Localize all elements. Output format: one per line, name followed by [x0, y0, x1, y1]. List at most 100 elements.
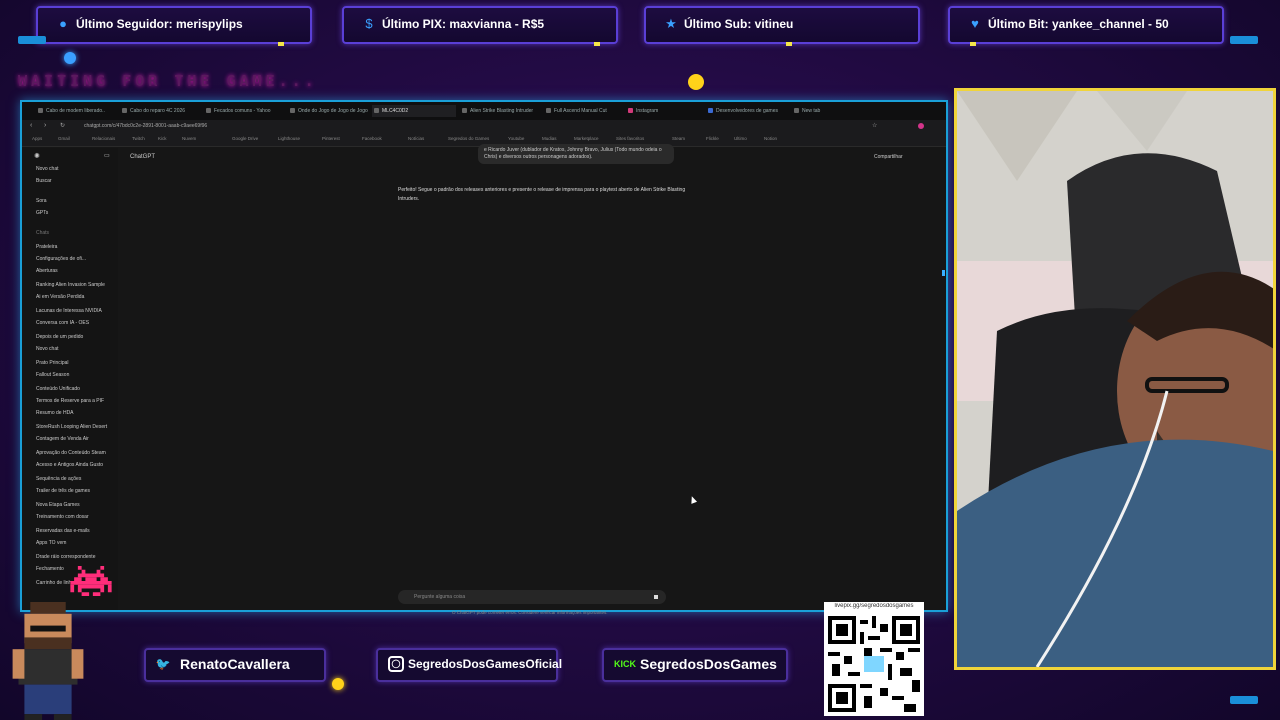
- forward-icon[interactable]: ›: [44, 122, 46, 129]
- alert-blip: [786, 42, 792, 46]
- kick-icon: KICK: [614, 659, 636, 669]
- social-instagram[interactable]: ◯ SegredosDosGamesOficial: [376, 648, 562, 682]
- browser-tab[interactable]: Fecados comuns - Yahoo: [204, 105, 284, 117]
- sidebar-item[interactable]: Contagem de Venda Air: [36, 436, 116, 442]
- sidebar-item[interactable]: Lacunas de Interessa NVIDIA: [36, 308, 116, 314]
- browser-tab[interactable]: Cabo de modem liberado..: [36, 105, 116, 117]
- alert-sub: ★ Último Sub: vitineu: [644, 6, 920, 46]
- sidebar-item[interactable]: Buscar: [36, 178, 116, 184]
- browser-tab[interactable]: New tab: [792, 105, 852, 117]
- bookmark[interactable]: Nuvem: [182, 136, 196, 141]
- bookmark[interactable]: Ultimo: [734, 136, 747, 141]
- tab-label: Alien Strike Blasting Intruder: [470, 108, 534, 114]
- sidebar-item[interactable]: Sora: [36, 198, 116, 204]
- star-bookmark-icon[interactable]: ☆: [872, 122, 877, 129]
- back-icon[interactable]: ‹: [30, 122, 32, 129]
- chat-title[interactable]: ChatGPT: [130, 154, 155, 160]
- bookmark[interactable]: Flickle: [706, 136, 719, 141]
- bookmark[interactable]: Steam: [672, 136, 685, 141]
- bookmark[interactable]: Marketplace: [574, 136, 599, 141]
- sidebar-item[interactable]: Sequência de ações: [36, 476, 116, 482]
- chat-composer[interactable]: Pergunte alguma coisa: [398, 590, 666, 604]
- sidebar-item[interactable]: Resumo de HDA: [36, 410, 116, 416]
- sidebar-item[interactable]: Configurações de ofi...: [36, 256, 116, 262]
- sidebar-toggle-icon[interactable]: ▭: [104, 152, 110, 159]
- disclaimer-text: O ChatGPT pode cometer erros. Considere …: [452, 610, 608, 615]
- assistant-reply: Perfeito! Segue o padrão dos releases an…: [398, 187, 686, 202]
- stop-icon[interactable]: [654, 595, 658, 599]
- bookmark[interactable]: Mudias: [542, 136, 557, 141]
- bookmark[interactable]: Gmail: [58, 136, 70, 141]
- browser-tab[interactable]: Full Ascend Manual Cut: [544, 105, 624, 117]
- browser-tab-active[interactable]: MLC4C0D2: [372, 105, 456, 117]
- dollar-icon: $: [365, 16, 373, 31]
- chatgpt-logo-icon[interactable]: ✺: [34, 152, 40, 160]
- sidebar-item[interactable]: Termos de Reserve para a PIF: [36, 398, 116, 404]
- bookmark[interactable]: Youtube: [508, 136, 524, 141]
- chat-sidebar: ✺ ▭ Novo chat Buscar Sora GPTs Chats Pratelei…: [30, 148, 118, 610]
- alert-blip: [278, 42, 284, 46]
- browser-tab[interactable]: Onde do Jogo de Jogo de Jogo: [288, 105, 368, 117]
- sidebar-item[interactable]: Novo chat: [36, 346, 116, 352]
- tab-label: Instagram: [636, 108, 659, 114]
- bookmark[interactable]: Lighthouse: [278, 136, 300, 141]
- sidebar-item[interactable]: Chats: [36, 230, 116, 236]
- alert-label: Último Seguidor: merispylips: [76, 17, 243, 31]
- address-bar[interactable]: ‹ › ↻ chatgpt.com/c/47bdc0c2e-2891-8001-…: [22, 120, 946, 134]
- composer-placeholder: Pergunte alguma coisa: [414, 594, 466, 600]
- tab-label: Desenvolvedores de games: [716, 108, 778, 114]
- sidebar-item[interactable]: Prateleira: [36, 244, 116, 250]
- sidebar-item[interactable]: Prato Principal: [36, 360, 116, 366]
- sidebar-item[interactable]: Aberturas: [36, 268, 116, 274]
- bookmark[interactable]: Segredos do Games: [448, 136, 489, 141]
- scrollbar-thumb[interactable]: [942, 270, 945, 276]
- sidebar-item[interactable]: Aprovação do Conteúdo Steam: [36, 450, 116, 456]
- browser-tab[interactable]: Instagram: [626, 105, 706, 117]
- sidebar-item[interactable]: Treinamento com dosar: [36, 514, 116, 520]
- sidebar-item[interactable]: Depois de um pedido: [36, 334, 116, 340]
- sidebar-item[interactable]: Conteúdo Unificado: [36, 386, 116, 392]
- reload-icon[interactable]: ↻: [60, 122, 65, 129]
- url-text[interactable]: chatgpt.com/c/47bdc0c2e-2891-8001-aaab-c…: [84, 123, 207, 129]
- coin-icon: [64, 52, 76, 64]
- sidebar-item[interactable]: Conversa com IA - OES: [36, 320, 116, 326]
- bookmark[interactable]: Google Drive: [232, 136, 258, 141]
- sidebar-item[interactable]: Acesso e Antigos Ainda Gusto: [36, 462, 116, 468]
- social-label: SegredosDosGamesOficial: [408, 657, 563, 671]
- bookmark[interactable]: Notion: [764, 136, 777, 141]
- social-kick[interactable]: KICK SegredosDosGames: [602, 648, 788, 682]
- sidebar-item[interactable]: Trailer de três de games: [36, 488, 116, 494]
- sidebar-item[interactable]: Fallout Season: [36, 372, 116, 378]
- sidebar-item[interactable]: GPTs: [36, 210, 116, 216]
- bookmark[interactable]: Kick: [158, 136, 167, 141]
- profile-icon[interactable]: [918, 123, 924, 129]
- bookmark[interactable]: Apps: [32, 136, 42, 141]
- qr-url-label: livepix.gg/segredosdosgames: [834, 603, 914, 609]
- share-button[interactable]: Compartilhar: [874, 154, 903, 160]
- mouse-cursor-icon: [688, 495, 698, 504]
- sidebar-item[interactable]: Ranking Alien Invasion Sample: [36, 282, 116, 288]
- alert-blip: [594, 42, 600, 46]
- tab-label: Cabo de modem liberado..: [46, 108, 105, 114]
- sidebar-item[interactable]: Nova Etapa Games: [36, 502, 116, 508]
- bookmark[interactable]: Facebook: [362, 136, 382, 141]
- sidebar-item[interactable]: Novo chat: [36, 166, 116, 172]
- browser-tab[interactable]: Alien Strike Blasting Intruder: [460, 105, 540, 117]
- bookmark[interactable]: Relacionais: [92, 136, 115, 141]
- bookmark[interactable]: Pinterest: [322, 136, 340, 141]
- instagram-icon: ◯: [388, 656, 404, 672]
- sidebar-item[interactable]: Drade ráio correspondente: [36, 554, 116, 560]
- bookmark[interactable]: Notícias: [408, 136, 424, 141]
- browser-tab[interactable]: Cabo do reparo 4C 2026: [120, 105, 200, 117]
- sidebar-item[interactable]: Ai em Versão Perdida: [36, 294, 116, 300]
- webcam-frame: [954, 88, 1276, 670]
- sidebar-item[interactable]: Reservadas das e-mails: [36, 528, 116, 534]
- star-icon: ★: [665, 16, 677, 31]
- coin-icon: [332, 678, 344, 690]
- bookmark[interactable]: Twitch: [132, 136, 145, 141]
- browser-tab[interactable]: Desenvolvedores de games: [706, 105, 790, 117]
- sidebar-item[interactable]: StoreRush Looping Alien Desert: [36, 424, 116, 430]
- bookmark[interactable]: Sites favoritos: [616, 136, 644, 141]
- social-twitter[interactable]: 🐦 RenatoCavallera: [144, 648, 326, 682]
- sidebar-item[interactable]: Apps TO vem: [36, 540, 116, 546]
